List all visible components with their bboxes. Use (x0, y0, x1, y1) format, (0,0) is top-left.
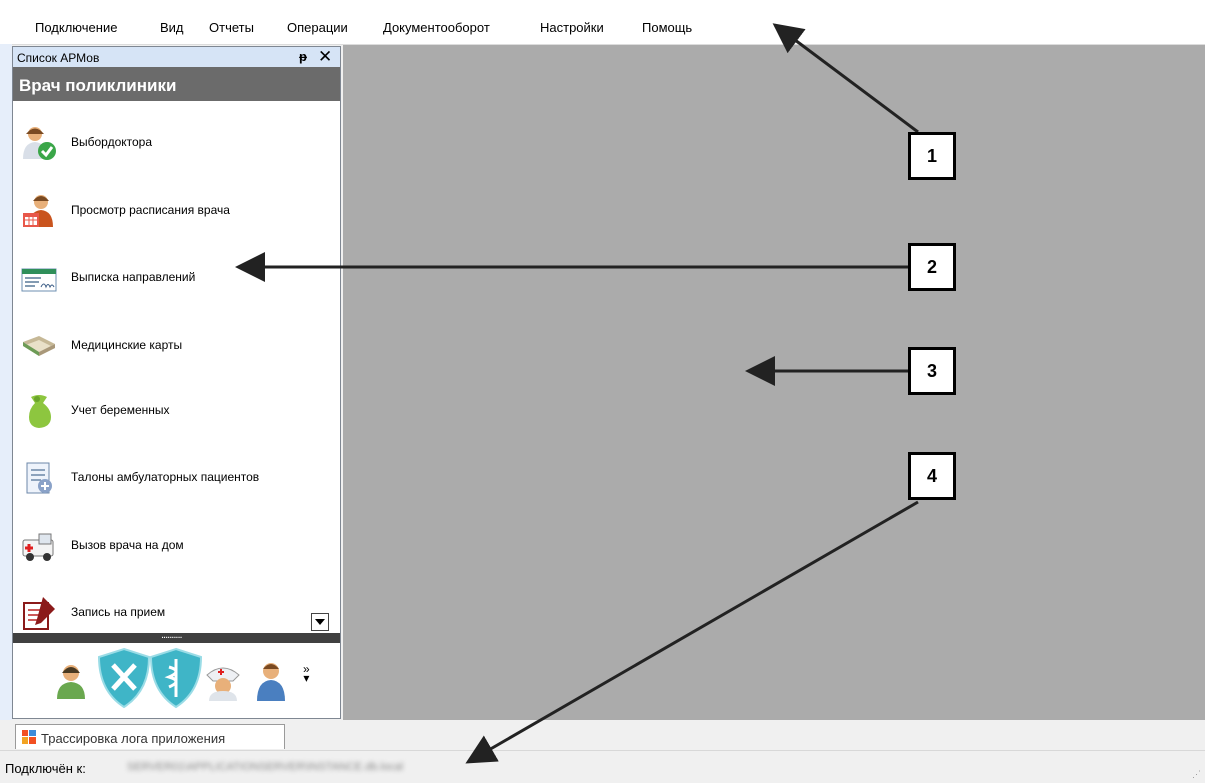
callout-4: 4 (908, 452, 956, 500)
outpatient-coupon-icon (26, 462, 52, 494)
menu-reports[interactable]: Отчеты (209, 20, 254, 35)
tab-app-log-trace[interactable]: Трассировка лога приложения (15, 724, 285, 749)
ambulance-icon (22, 533, 54, 561)
overflow-chevron-icon[interactable]: » ▾ (303, 663, 310, 684)
menu-settings[interactable]: Настройки (540, 20, 604, 35)
doctor-schedule-icon (23, 195, 53, 227)
callout-3: 3 (908, 347, 956, 395)
arm-item-outpatient-coupons[interactable]: Талоны амбулаторных пациентов (13, 452, 313, 502)
resize-grip-icon[interactable]: ⋰ (1192, 769, 1201, 780)
menu-bar: Подключение Вид Отчеты Операции Документ… (0, 0, 1205, 45)
main-workspace (343, 45, 1205, 720)
arm-shortcut-bar: » ▾ (13, 643, 340, 718)
chevron-down-icon (315, 619, 325, 625)
arm-item-doctor-choice[interactable]: Выбордоктора (13, 117, 313, 167)
medical-cards-icon (23, 336, 55, 356)
window-left-border (0, 44, 12, 720)
arm-item-doctor-schedule[interactable]: Просмотр расписания врача (13, 185, 313, 235)
arm-item-home-visit[interactable]: Вызов врача на дом (13, 520, 313, 570)
splitter-grip: .......... (161, 629, 183, 641)
arm-item-label: Вызов врача на дом (71, 538, 184, 552)
group-header[interactable]: Врач поликлиники (13, 67, 340, 101)
bottom-tab-strip: Трассировка лога приложения (0, 720, 1205, 750)
status-bar: Подключён к: SERVER01\APPLICATIONSERVER\… (0, 750, 1205, 783)
doctor-check-icon (23, 127, 56, 160)
close-icon[interactable]: ✕ (318, 47, 332, 67)
panel-titlebar: Список АРМов ᵽ ✕ (13, 47, 340, 67)
group-title: Врач поликлиники (19, 76, 177, 95)
menu-view[interactable]: Вид (160, 20, 184, 35)
pin-icon[interactable]: ᵽ (299, 49, 307, 64)
arm-item-label: Выбордоктора (71, 135, 153, 149)
menu-operations[interactable]: Операции (287, 20, 348, 35)
arm-item-pregnancy-records[interactable]: Учет беременных (13, 385, 313, 435)
arm-item-label: Учет беременных (71, 403, 170, 417)
arm-item-referrals[interactable]: Выписка направлений (13, 252, 313, 302)
window-icon (22, 730, 36, 744)
arm-item-label: Медицинские карты (71, 338, 183, 352)
menu-document-flow[interactable]: Документооборот (383, 20, 490, 35)
menu-connection[interactable]: Подключение (35, 20, 117, 35)
appointment-icon (23, 597, 55, 630)
scroll-down-button[interactable] (311, 613, 329, 631)
arm-item-label: Талоны амбулаторных пациентов (71, 470, 260, 484)
status-connection-string: SERVER01\APPLICATIONSERVER\INSTANCE.db.l… (127, 761, 404, 773)
callout-1: 1 (908, 132, 956, 180)
tools-shield-icon[interactable] (97, 647, 151, 709)
panel-splitter[interactable]: .......... (13, 629, 340, 643)
tab-label: Трассировка лога приложения (41, 731, 226, 746)
arm-item-medical-cards[interactable]: Медицинские карты (13, 320, 313, 370)
pregnancy-icon (29, 395, 51, 428)
status-connected-label: Подключён к: (5, 761, 86, 776)
arm-item-label: Просмотр расписания врача (71, 203, 230, 217)
referral-form-icon (21, 268, 57, 292)
arm-item-label: Запись на прием (71, 605, 166, 619)
nurse-icon[interactable] (203, 661, 243, 701)
surgeon-icon[interactable] (253, 661, 289, 701)
doctor-icon[interactable] (53, 663, 89, 699)
panel-title: Список АРМов (17, 51, 100, 65)
arm-item-label: Выписка направлений (71, 270, 196, 284)
arm-list-panel: Список АРМов ᵽ ✕ Врач поликлиники Выборд… (12, 46, 341, 719)
medical-shield-icon[interactable] (149, 647, 203, 709)
callout-2: 2 (908, 243, 956, 291)
menu-help[interactable]: Помощь (642, 20, 692, 35)
